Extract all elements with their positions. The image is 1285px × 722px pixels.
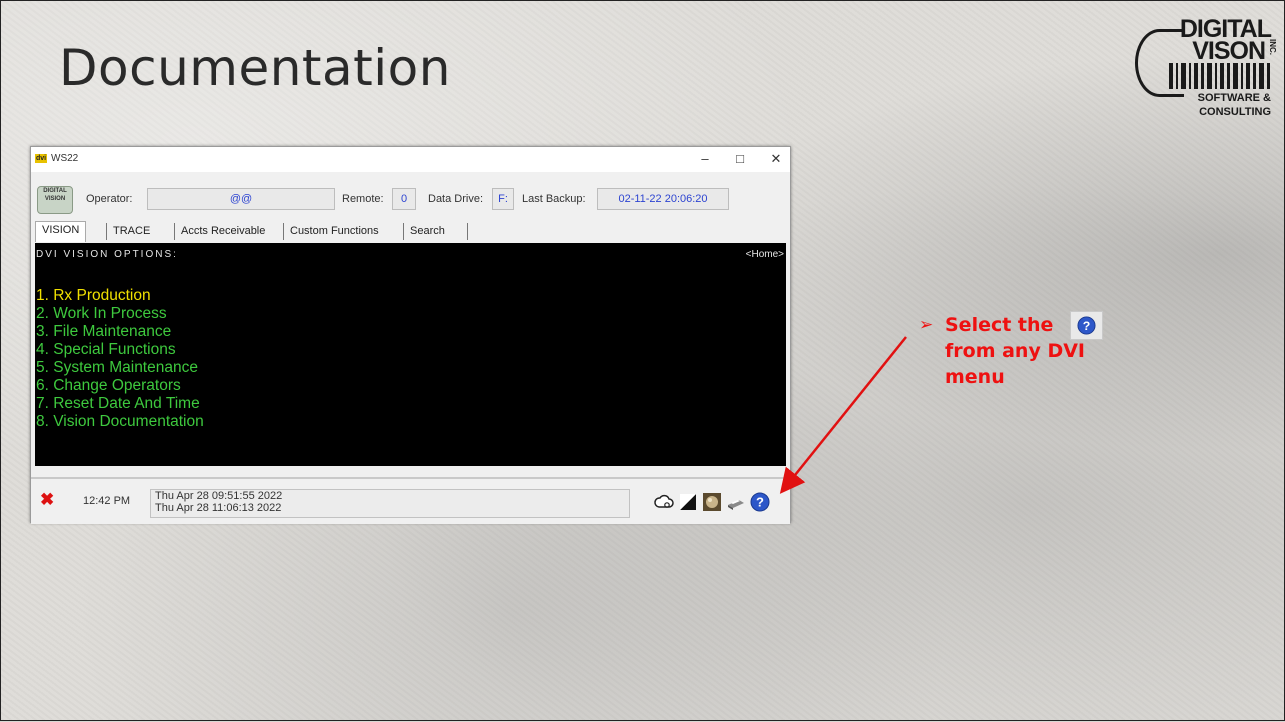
tab-bar: VISION TRACE Accts Receivable Custom Fun…	[31, 219, 790, 242]
menu-item-work-in-process[interactable]: 2. Work In Process	[36, 305, 204, 323]
help-icon[interactable]: ?	[750, 492, 770, 512]
last-backup-label: Last Backup:	[522, 193, 586, 205]
logo-inc: INC.	[1268, 39, 1277, 55]
exit-button[interactable]: ✖	[40, 490, 54, 510]
svg-text:?: ?	[756, 495, 764, 510]
photo-icon[interactable]	[702, 492, 722, 512]
date-line-2: Thu Apr 28 11:06:13 2022	[155, 502, 282, 514]
badge-line-2: VISION	[44, 196, 66, 202]
dvi-badge-icon: DIGITAL VISION	[37, 186, 73, 214]
status-bar: ✖ 12:42 PM Thu Apr 28 09:51:55 2022 Thu …	[31, 477, 790, 524]
date-box: Thu Apr 28 09:51:55 2022 Thu Apr 28 11:0…	[150, 489, 630, 518]
info-bar: DIGITAL VISION Operator: @@ Remote: 0 Da…	[31, 172, 790, 219]
logo-sub-2: CONSULTING	[1199, 106, 1271, 118]
tab-divider	[467, 223, 468, 240]
help-button-sample: ?	[1070, 311, 1103, 340]
status-time: 12:42 PM	[83, 495, 131, 507]
menu-item-special-functions[interactable]: 4. Special Functions	[36, 341, 204, 359]
home-indicator: <Home>	[745, 249, 784, 260]
remote-label: Remote:	[342, 193, 384, 205]
operator-label: Operator:	[86, 193, 133, 205]
window-title: WS22	[51, 153, 79, 164]
logo-sub-1: SOFTWARE &	[1197, 92, 1271, 104]
app-icon: dvi	[35, 154, 47, 163]
company-logo: DIGITAL VISON INC. SOFTWARE & CONSULTING	[1129, 15, 1279, 135]
app-window: dvi WS22 – □ ✕ DIGITAL VISION Operator: …	[30, 146, 791, 524]
page-title: Documentation	[59, 39, 451, 97]
note-line-1: Select the	[945, 314, 1054, 336]
maximize-button[interactable]: □	[728, 149, 752, 169]
tab-vision[interactable]: VISION	[35, 221, 87, 242]
logo-barcode	[1169, 63, 1270, 89]
last-backup-field[interactable]: 02-11-22 20:06:20	[597, 188, 729, 210]
svg-text:?: ?	[1083, 319, 1091, 333]
data-drive-field[interactable]: F:	[492, 188, 514, 210]
note-line-2: from any DVI	[945, 340, 1085, 362]
data-drive-label: Data Drive:	[428, 193, 484, 205]
tab-custom-functions[interactable]: Custom Functions	[283, 223, 385, 240]
menu-item-change-operators[interactable]: 6. Change Operators	[36, 377, 204, 395]
minimize-button[interactable]: –	[693, 149, 717, 169]
badge-line-1: DIGITAL	[43, 188, 67, 194]
menu-header: DVI VISION OPTIONS:	[36, 249, 178, 260]
close-window-button[interactable]: ✕	[764, 149, 788, 169]
tab-accts-receivable[interactable]: Accts Receivable	[174, 223, 271, 240]
printer-icon[interactable]	[726, 492, 746, 512]
menu-item-vision-documentation[interactable]: 8. Vision Documentation	[36, 413, 204, 431]
vision-menu: 1. Rx Production 2. Work In Process 3. F…	[36, 287, 204, 431]
operator-field[interactable]: @@	[147, 188, 335, 210]
slide: Documentation DIGITAL VISON INC. SOFTWAR…	[0, 0, 1285, 721]
tab-trace[interactable]: TRACE	[106, 223, 156, 240]
menu-item-system-maintenance[interactable]: 5. System Maintenance	[36, 359, 204, 377]
terminal-screen[interactable]: DVI VISION OPTIONS: <Home> 1. Rx Product…	[35, 243, 786, 466]
menu-item-rx-production[interactable]: 1. Rx Production	[36, 287, 204, 305]
remote-field[interactable]: 0	[392, 188, 416, 210]
arrow-bullet-icon: ➢	[919, 315, 934, 335]
logo-line-2: VISON	[1192, 37, 1266, 65]
window-titlebar[interactable]: dvi WS22 – □ ✕	[31, 147, 790, 172]
cloud-icon[interactable]	[654, 492, 674, 512]
help-icon: ?	[1077, 316, 1096, 335]
contrast-icon[interactable]	[678, 492, 698, 512]
tab-search[interactable]: Search	[403, 223, 451, 240]
date-line-1: Thu Apr 28 09:51:55 2022	[155, 490, 283, 502]
note-line-3: menu	[945, 366, 1005, 388]
menu-item-file-maintenance[interactable]: 3. File Maintenance	[36, 323, 204, 341]
menu-item-reset-date-time[interactable]: 7. Reset Date And Time	[36, 395, 204, 413]
